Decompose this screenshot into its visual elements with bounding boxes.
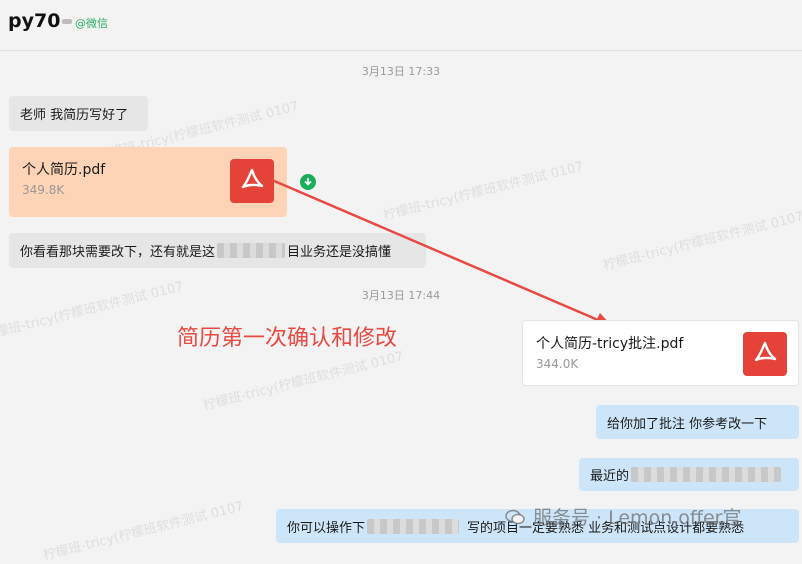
footer-watermark: 服务号 · Lemon offer官 [505,503,742,530]
message-text: 最近的 [590,469,630,484]
pdf-icon [743,332,787,376]
file-message-annotated-resume[interactable]: 个人简历-tricy批注.pdf 344.0K [522,320,799,386]
message-bubble-outgoing[interactable]: 给你加了批注 你参考改一下 [596,405,799,439]
message-bubble-outgoing[interactable]: 最近的 [579,458,799,491]
wechat-logo-icon [505,509,525,524]
footer-text: 服务号 · Lemon offer官 [533,507,742,529]
file-size: 344.0K [536,357,579,371]
redacted-text [631,467,782,482]
redacted-text [367,518,460,534]
message-text: 给你加了批注 你参考改一下 [607,416,768,432]
message-text: 你可以操作下 [287,520,366,536]
file-name: 个人简历-tricy批注.pdf [536,336,684,352]
